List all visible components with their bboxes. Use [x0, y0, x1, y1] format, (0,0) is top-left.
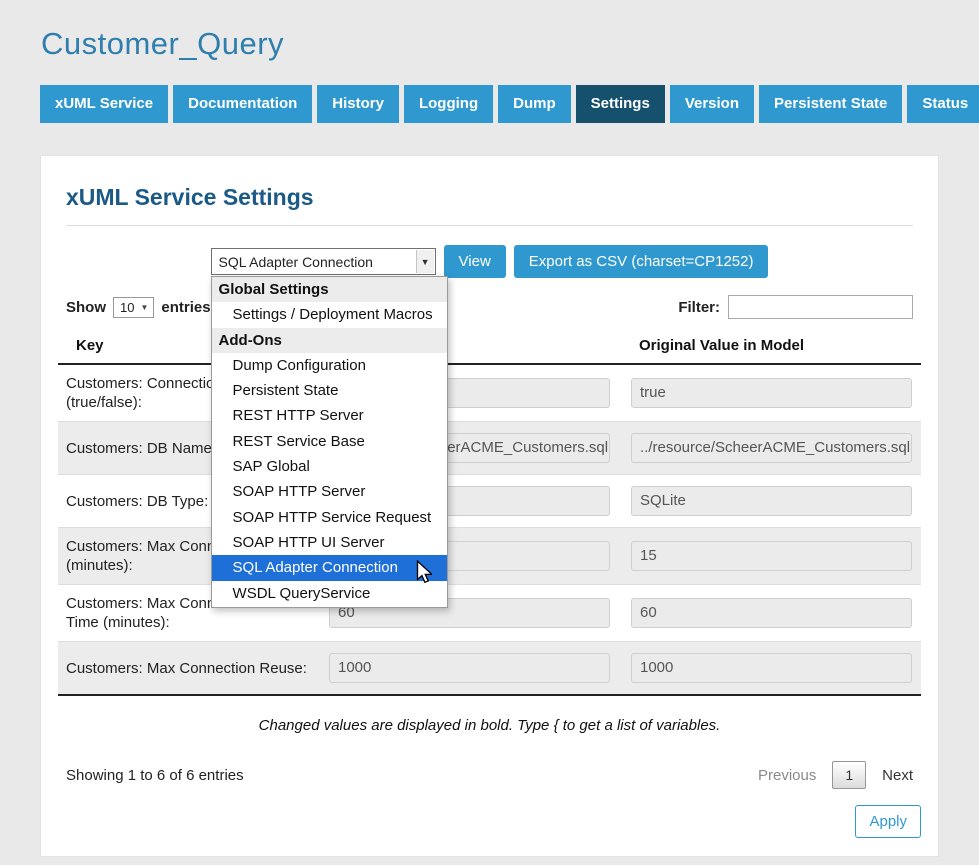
- filter: Filter:: [678, 295, 913, 319]
- page-size-value: 10: [120, 300, 134, 315]
- tab-logging[interactable]: Logging: [404, 85, 493, 123]
- content-panel: xUML Service Settings SQL Adapter Connec…: [40, 155, 939, 857]
- dropdown-item-rest-service-base[interactable]: REST Service Base: [212, 429, 447, 454]
- dropdown-item-soap-http-ui-server[interactable]: SOAP HTTP UI Server: [212, 530, 447, 555]
- settings-category-select[interactable]: SQL Adapter Connection ▼ Global Settings…: [211, 248, 436, 275]
- dropdown-item-dump-configuration[interactable]: Dump Configuration: [212, 353, 447, 378]
- setting-original-value-input[interactable]: 60: [631, 598, 912, 628]
- setting-value-input[interactable]: 1000: [329, 653, 610, 683]
- pagination: Previous 1 Next: [758, 761, 913, 789]
- column-header-original[interactable]: Original Value in Model: [621, 332, 921, 364]
- dropdown-item-add-ons[interactable]: Add-Ons: [212, 328, 447, 353]
- table-row: Customers: Connection Pooling (true/fals…: [58, 364, 921, 422]
- setting-original-value-input[interactable]: 15: [631, 541, 912, 571]
- hint-text: Changed values are displayed in bold. Ty…: [58, 717, 921, 734]
- settings-category-dropdown: Global Settings Settings / Deployment Ma…: [211, 276, 448, 608]
- settings-heading: xUML Service Settings: [66, 184, 913, 211]
- table-row: Customers: DB Type: SQLite SQLite: [58, 475, 921, 528]
- view-button[interactable]: View: [444, 245, 506, 278]
- tab-history[interactable]: History: [317, 85, 399, 123]
- table-row: Customers: Max Connection Age (minutes):…: [58, 528, 921, 585]
- chevron-down-icon: ▼: [140, 303, 148, 312]
- dropdown-item-rest-http-server[interactable]: REST HTTP Server: [212, 403, 447, 428]
- dropdown-item-persistent-state[interactable]: Persistent State: [212, 378, 447, 403]
- dropdown-item-wsdl-queryservice[interactable]: WSDL QueryService: [212, 581, 447, 606]
- settings-category-select-value: SQL Adapter Connection: [219, 254, 373, 270]
- next-page-link[interactable]: Next: [882, 767, 913, 784]
- setting-original-value-input[interactable]: SQLite: [631, 486, 912, 516]
- tab-dump[interactable]: Dump: [498, 85, 571, 123]
- tab-settings[interactable]: Settings: [576, 85, 665, 123]
- tab-bar: xUML Service Documentation History Loggi…: [40, 85, 939, 123]
- table-header-row: Key Value Original Value in Model: [58, 332, 921, 364]
- table-row: Customers: Max Connection Idle Time (min…: [58, 585, 921, 642]
- show-label: Show: [66, 299, 106, 316]
- setting-original-value-input[interactable]: ../resource/ScheerACME_Customers.sqlit: [631, 433, 912, 463]
- table-row: Customers: DB Name: ../resource/ScheerAC…: [58, 422, 921, 475]
- setting-original-value-input[interactable]: true: [631, 378, 912, 408]
- entries-label: entries: [161, 299, 210, 316]
- previous-page-link[interactable]: Previous: [758, 767, 816, 784]
- dropdown-item-soap-http-service-request[interactable]: SOAP HTTP Service Request: [212, 505, 447, 530]
- setting-key: Customers: Max Connection Reuse:: [58, 642, 329, 696]
- page: Customer_Query xUML Service Documentatio…: [0, 0, 979, 865]
- settings-table-body: Customers: Connection Pooling (true/fals…: [58, 364, 921, 695]
- panel-heading-wrap: xUML Service Settings: [66, 156, 913, 226]
- toolbar: SQL Adapter Connection ▼ Global Settings…: [58, 245, 921, 278]
- apply-row: Apply: [58, 805, 921, 838]
- tab-persistent-state[interactable]: Persistent State: [759, 85, 902, 123]
- dropdown-item-sap-global[interactable]: SAP Global: [212, 454, 447, 479]
- setting-original-value-input[interactable]: 1000: [631, 653, 912, 683]
- page-size-select[interactable]: 10 ▼: [113, 297, 154, 318]
- dropdown-item-global-settings[interactable]: Global Settings: [212, 277, 447, 302]
- page-number-button[interactable]: 1: [832, 761, 866, 789]
- chevron-down-icon[interactable]: ▼: [416, 250, 434, 273]
- filter-input[interactable]: [728, 295, 913, 319]
- dropdown-item-sql-adapter-connection[interactable]: SQL Adapter Connection: [212, 555, 447, 580]
- showing-entries-text: Showing 1 to 6 of 6 entries: [66, 767, 244, 784]
- apply-button[interactable]: Apply: [855, 805, 921, 838]
- filter-label: Filter:: [678, 299, 720, 316]
- table-row: Customers: Max Connection Reuse: 1000 10…: [58, 642, 921, 696]
- tab-version[interactable]: Version: [670, 85, 754, 123]
- dropdown-item-soap-http-server[interactable]: SOAP HTTP Server: [212, 479, 447, 504]
- show-entries: Show 10 ▼ entries: [66, 297, 211, 318]
- dropdown-item-settings-deployment-macros[interactable]: Settings / Deployment Macros: [212, 302, 447, 327]
- table-controls: Show 10 ▼ entries Filter:: [66, 295, 913, 319]
- tab-documentation[interactable]: Documentation: [173, 85, 312, 123]
- export-csv-button[interactable]: Export as CSV (charset=CP1252): [514, 245, 769, 278]
- table-footer: Showing 1 to 6 of 6 entries Previous 1 N…: [66, 761, 913, 789]
- settings-table: Key Value Original Value in Model Custom…: [58, 332, 921, 696]
- page-title: Customer_Query: [41, 26, 979, 62]
- mouse-cursor-icon: [415, 560, 432, 584]
- tab-status[interactable]: Status: [907, 85, 979, 123]
- tab-xuml-service[interactable]: xUML Service: [40, 85, 168, 123]
